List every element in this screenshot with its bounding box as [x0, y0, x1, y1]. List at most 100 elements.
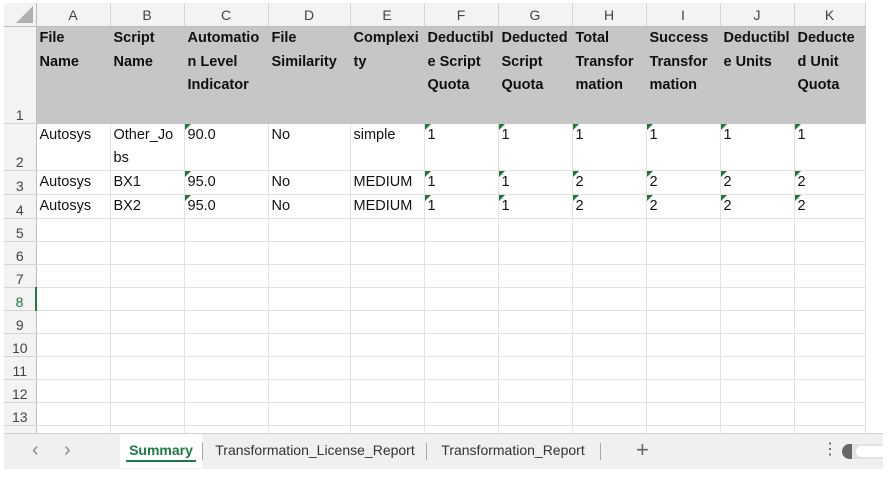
- cell-f6[interactable]: [424, 241, 499, 265]
- cell-f7[interactable]: [424, 264, 499, 288]
- cell-k5[interactable]: [794, 218, 866, 242]
- cell-j8[interactable]: [720, 287, 795, 311]
- row-header-11[interactable]: 11: [4, 356, 37, 380]
- cell-e12[interactable]: [350, 379, 425, 403]
- row-header-6[interactable]: 6: [4, 241, 37, 265]
- cell-i2[interactable]: 1: [646, 123, 721, 171]
- cell-h8[interactable]: [572, 287, 647, 311]
- cell-k8[interactable]: [794, 287, 866, 311]
- cell-c4[interactable]: 95.0: [184, 194, 269, 219]
- cell-i5[interactable]: [646, 218, 721, 242]
- cell-k9[interactable]: [794, 310, 866, 334]
- cell-e1[interactable]: Complexity: [350, 26, 425, 124]
- cell-i11[interactable]: [646, 356, 721, 380]
- cell-a13[interactable]: [36, 402, 111, 426]
- row-header-13[interactable]: 13: [4, 402, 37, 426]
- cell-k1[interactable]: Deducted Unit Quota: [794, 26, 866, 124]
- cell-a2[interactable]: Autosys: [36, 123, 111, 171]
- cell-g12[interactable]: [498, 379, 573, 403]
- cell-c9[interactable]: [184, 310, 269, 334]
- column-header-k[interactable]: K: [794, 3, 866, 27]
- cell-d8[interactable]: [268, 287, 351, 311]
- cell-i12[interactable]: [646, 379, 721, 403]
- sheet-tab-transformation-report[interactable]: Transformation_Report: [428, 434, 598, 468]
- cell-b4[interactable]: BX2: [110, 194, 185, 219]
- cell-f8[interactable]: [424, 287, 499, 311]
- cell-i9[interactable]: [646, 310, 721, 334]
- column-header-d[interactable]: D: [268, 3, 351, 27]
- sheet-tab-transformation-license-report[interactable]: Transformation_License_Report: [204, 434, 426, 468]
- cell-f4[interactable]: 1: [424, 194, 499, 219]
- cell-c3[interactable]: 95.0: [184, 170, 269, 195]
- cell-k11[interactable]: [794, 356, 866, 380]
- cell-i6[interactable]: [646, 241, 721, 265]
- cell-c8[interactable]: [184, 287, 269, 311]
- cell-b1[interactable]: Script Name: [110, 26, 185, 124]
- cell-d13[interactable]: [268, 402, 351, 426]
- cell-e6[interactable]: [350, 241, 425, 265]
- cell-i8[interactable]: [646, 287, 721, 311]
- row-header-12[interactable]: 12: [4, 379, 37, 403]
- column-header-j[interactable]: J: [720, 3, 795, 27]
- cell-h10[interactable]: [572, 333, 647, 357]
- prev-sheet-arrow-icon[interactable]: ‹: [32, 438, 39, 462]
- cell-d7[interactable]: [268, 264, 351, 288]
- cell-a11[interactable]: [36, 356, 111, 380]
- cell-h9[interactable]: [572, 310, 647, 334]
- cell-k2[interactable]: 1: [794, 123, 866, 171]
- cell-j10[interactable]: [720, 333, 795, 357]
- cell-f2[interactable]: 1: [424, 123, 499, 171]
- cell-c1[interactable]: Automation Level Indicator: [184, 26, 269, 124]
- cell-d4[interactable]: No: [268, 194, 351, 219]
- cell-a9[interactable]: [36, 310, 111, 334]
- column-header-g[interactable]: G: [498, 3, 573, 27]
- cell-e10[interactable]: [350, 333, 425, 357]
- cell-e3[interactable]: MEDIUM: [350, 170, 425, 195]
- cell-b2[interactable]: Other_Jobs: [110, 123, 185, 171]
- row-header-7[interactable]: 7: [4, 264, 37, 288]
- cell-f13[interactable]: [424, 402, 499, 426]
- cell-g8[interactable]: [498, 287, 573, 311]
- cell-j2[interactable]: 1: [720, 123, 795, 171]
- cell-b12[interactable]: [110, 379, 185, 403]
- cell-g6[interactable]: [498, 241, 573, 265]
- cell-h2[interactable]: 1: [572, 123, 647, 171]
- cell-j4[interactable]: 2: [720, 194, 795, 219]
- cell-h13[interactable]: [572, 402, 647, 426]
- cell-h4[interactable]: 2: [572, 194, 647, 219]
- cell-f1[interactable]: Deductible Script Quota: [424, 26, 499, 124]
- cell-b13[interactable]: [110, 402, 185, 426]
- cell-c2[interactable]: 90.0: [184, 123, 269, 171]
- cell-f9[interactable]: [424, 310, 499, 334]
- cell-a10[interactable]: [36, 333, 111, 357]
- column-header-e[interactable]: E: [350, 3, 425, 27]
- column-header-c[interactable]: C: [184, 3, 269, 27]
- cell-d5[interactable]: [268, 218, 351, 242]
- cell-e2[interactable]: simple: [350, 123, 425, 171]
- cell-i7[interactable]: [646, 264, 721, 288]
- more-options-icon[interactable]: ⋮: [822, 439, 838, 459]
- cell-e9[interactable]: [350, 310, 425, 334]
- cell-j13[interactable]: [720, 402, 795, 426]
- cell-h6[interactable]: [572, 241, 647, 265]
- cell-e11[interactable]: [350, 356, 425, 380]
- cell-f3[interactable]: 1: [424, 170, 499, 195]
- cell-b5[interactable]: [110, 218, 185, 242]
- cell-a3[interactable]: Autosys: [36, 170, 111, 195]
- cell-a7[interactable]: [36, 264, 111, 288]
- row-header-9[interactable]: 9: [4, 310, 37, 334]
- cell-b8[interactable]: [110, 287, 185, 311]
- cell-j7[interactable]: [720, 264, 795, 288]
- column-header-a[interactable]: A: [36, 3, 111, 27]
- cell-j1[interactable]: Deductible Units: [720, 26, 795, 124]
- cell-e7[interactable]: [350, 264, 425, 288]
- cell-d2[interactable]: No: [268, 123, 351, 171]
- horizontal-scrollbar[interactable]: [842, 444, 883, 459]
- row-header-5[interactable]: 5: [4, 218, 37, 242]
- cell-i4[interactable]: 2: [646, 194, 721, 219]
- cell-d12[interactable]: [268, 379, 351, 403]
- cell-d3[interactable]: No: [268, 170, 351, 195]
- cell-h3[interactable]: 2: [572, 170, 647, 195]
- next-sheet-arrow-icon[interactable]: ›: [64, 438, 71, 462]
- cell-d6[interactable]: [268, 241, 351, 265]
